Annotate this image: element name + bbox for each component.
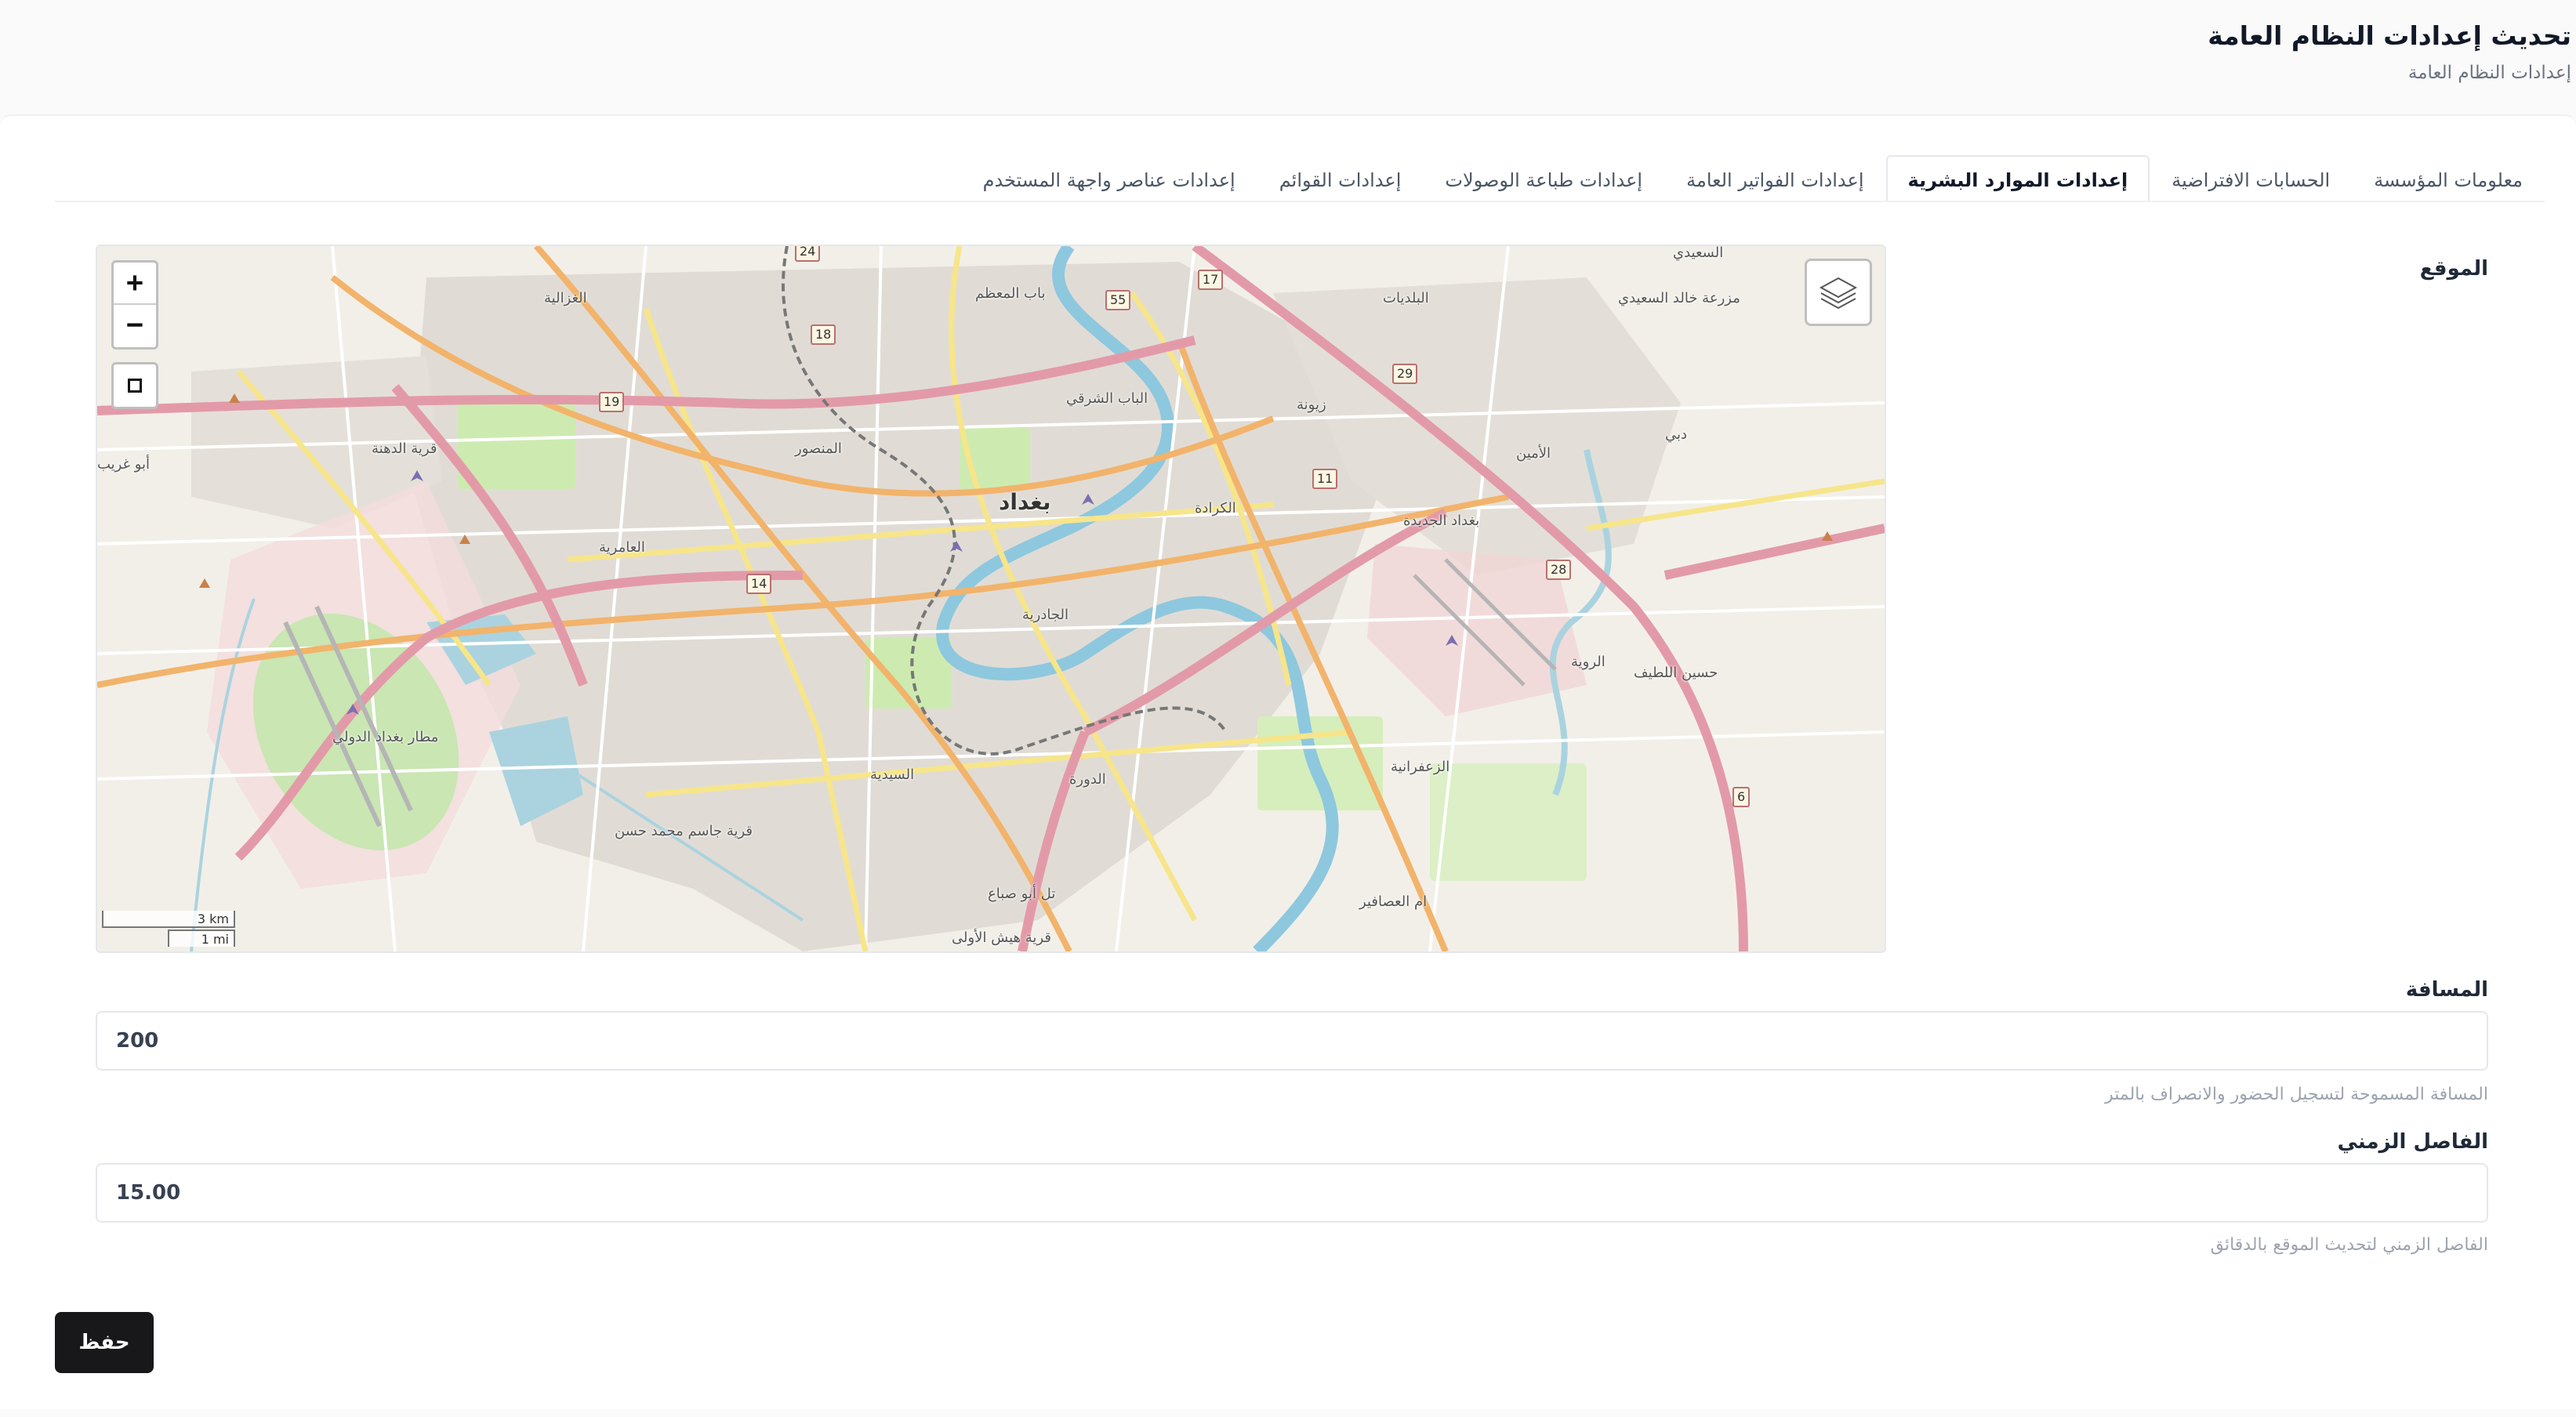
map-scale: 3 km 1 mi [102,911,235,947]
location-label: الموقع [2419,257,2488,281]
map-label-baghdad: بغداد [999,489,1051,515]
map-label-airport: مطار بغداد الدولي [332,729,439,745]
page-header: تحديث إعدادات النظام العامة إعدادات النظ… [0,0,2576,114]
map-label-baladiyat: البلديات [1383,290,1429,306]
map-label-jadiriya: الجادرية [1022,607,1068,623]
road-shield: 28 [1546,560,1572,580]
interval-help: الفاصل الزمني لتحديث الموقع بالدقائق [2210,1235,2488,1255]
map-label-amin: الأمين [1516,445,1551,462]
map-label-baghdad-jadida: بغداد الجديدة [1403,513,1480,529]
road-shield: 24 [795,246,821,262]
road-shield: 14 [746,574,772,594]
map-label-zafaraniya: الزعفرانية [1391,759,1450,775]
map-label-amiriya: العامرية [599,539,645,556]
zoom-out-button[interactable]: − [114,303,156,346]
tab-menu-settings[interactable]: إعدادات القوائم [1257,155,1424,202]
road-shield: 29 [1392,364,1418,384]
map-label-asafir: ام العصافير [1359,893,1428,910]
distance-label: المسافة [2405,978,2488,1002]
breadcrumb[interactable]: إعدادات النظام العامة [2408,63,2571,83]
tab-invoice-settings[interactable]: إعدادات الفواتير العامة [1664,155,1885,202]
road-shield: 6 [1732,787,1751,807]
map-label-mansour: المنصور [795,440,842,457]
map-zoom-control: + − [111,260,158,350]
map-label-zayouna: زيونة [1297,397,1326,413]
map-label-hayyash: قرية هيش الأولى [952,930,1051,946]
page-title: تحديث إعدادات النظام العامة [2208,20,2571,51]
map-label-jassim: قرية جاسم محمد حسن [615,823,753,839]
map-label-saeedi: السعيدي [1673,245,1724,261]
map-label-dora: الدورة [1069,771,1106,788]
road-shield: 19 [599,392,625,412]
tab-organization-info[interactable]: معلومات المؤسسة [2352,155,2545,202]
settings-tabs: معلومات المؤسسة الحسابات الافتراضية إعدا… [961,155,2545,202]
map-label-hussein: حسين اللطيف [1634,665,1718,681]
map-tiles[interactable] [97,246,1885,951]
distance-help: المسافة المسموحة لتسجيل الحضور والانصراف… [2105,1085,2488,1104]
map-label-abu-ghraib: أبو غريب [97,456,151,473]
map-label-dahna: قرية الدهنة [372,440,437,457]
map-label-ghazaliya: الغزالية [544,290,587,306]
road-shield: 11 [1312,469,1338,489]
draw-rectangle-button[interactable] [111,362,158,409]
distance-input[interactable]: 200 [96,1011,2488,1071]
road-shield: 18 [811,324,836,345]
tab-receipt-print-settings[interactable]: إعدادات طباعة الوصولات [1423,155,1664,202]
map-label-saydiya: السيدية [870,766,915,783]
save-button[interactable]: حفظ [55,1312,154,1373]
location-map[interactable]: بغداد الغزالية باب المعظم البلديات السعي… [96,245,1886,953]
road-shield: 55 [1105,290,1131,310]
map-label-dubai: دبي [1665,426,1688,443]
scale-km: 3 km [102,911,235,928]
interval-label: الفاصل الزمني [2337,1130,2488,1154]
map-label-bab-sharqi: الباب الشرقي [1066,390,1148,407]
map-label-bab-muadham: باب المعظم [975,285,1046,302]
map-label-khalid-farm: مزرعة خالد السعيدي [1618,290,1740,306]
road-shield: 17 [1198,270,1224,290]
tabs-divider [55,201,2545,202]
layers-icon [1819,277,1858,310]
map-label-karrada: الكرادة [1195,500,1236,516]
square-icon [128,379,142,393]
map-label-tal-abu: تل أبو صباع [988,886,1056,902]
settings-card: معلومات المؤسسة الحسابات الافتراضية إعدا… [0,114,2576,1409]
zoom-in-button[interactable]: + [114,263,156,303]
interval-input[interactable]: 15.00 [96,1163,2488,1223]
tab-default-accounts[interactable]: الحسابات الافتراضية [2150,155,2352,202]
map-label-rawiya: الروية [1571,654,1605,670]
layers-button[interactable] [1805,259,1872,326]
tab-ui-element-settings[interactable]: إعدادات عناصر واجهة المستخدم [961,155,1257,202]
scale-mi: 1 mi [168,930,235,947]
tab-hr-settings[interactable]: إعدادات الموارد البشرية [1885,155,2150,202]
